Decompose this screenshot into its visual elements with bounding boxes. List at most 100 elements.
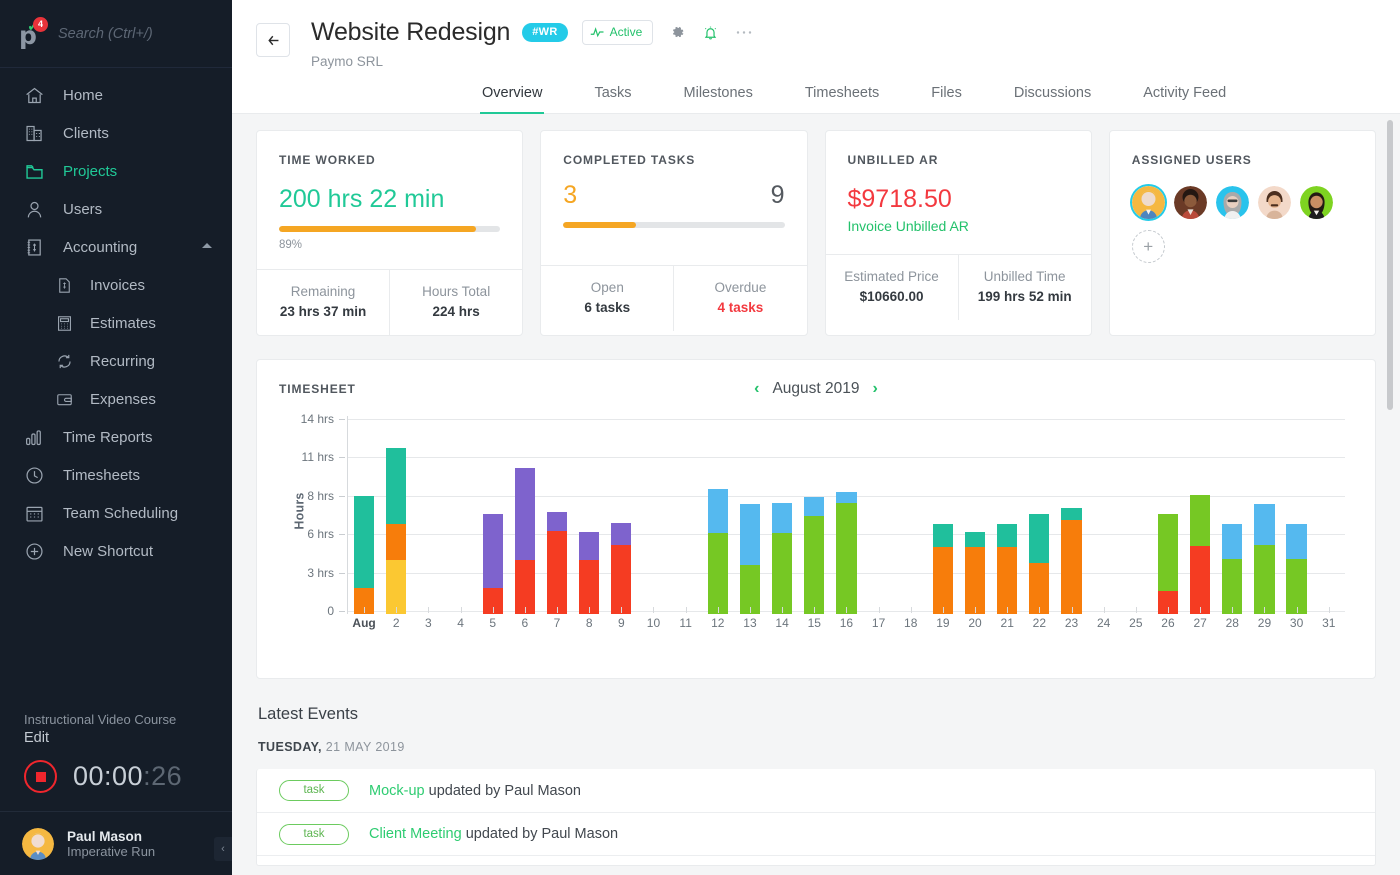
chart-bar-slot[interactable]: [766, 416, 798, 614]
stop-timer-button[interactable]: [24, 760, 57, 793]
chart-bar-slot[interactable]: [412, 416, 444, 614]
chart-bar[interactable]: [1190, 495, 1210, 614]
chart-bar[interactable]: [515, 468, 535, 614]
chart-bar-segment[interactable]: [611, 523, 631, 545]
sidebar-item-expenses[interactable]: Expenses: [0, 380, 232, 418]
chart-bar-segment[interactable]: [515, 560, 535, 614]
tab-discussions[interactable]: Discussions: [1014, 85, 1091, 113]
chart-bar-segment[interactable]: [1190, 546, 1210, 614]
chart-bar-slot[interactable]: [959, 416, 991, 614]
chart-bar-segment[interactable]: [579, 532, 599, 560]
chart-bar-slot[interactable]: [348, 416, 380, 614]
sidebar-item-time-reports[interactable]: Time Reports: [0, 418, 232, 456]
chart-bar-slot[interactable]: [863, 416, 895, 614]
chart-bar[interactable]: [547, 512, 567, 614]
sidebar-item-timesheets[interactable]: Timesheets: [0, 456, 232, 494]
chart-bar[interactable]: [579, 532, 599, 614]
event-subject[interactable]: Mock-up: [369, 783, 425, 799]
status-badge[interactable]: Active: [582, 20, 654, 45]
project-code-badge[interactable]: #WR: [522, 23, 567, 42]
chart-bar-slot[interactable]: [637, 416, 669, 614]
chart-bar-slot[interactable]: [509, 416, 541, 614]
avatar[interactable]: [1132, 186, 1165, 219]
chart-bar-slot[interactable]: [830, 416, 862, 614]
back-button[interactable]: [256, 23, 290, 57]
chart-bar-slot[interactable]: [1216, 416, 1248, 614]
avatar[interactable]: [1174, 186, 1207, 219]
chart-bar-segment[interactable]: [547, 531, 567, 614]
timer-edit-link[interactable]: Edit: [24, 730, 232, 746]
avatar[interactable]: [1216, 186, 1249, 219]
tab-overview[interactable]: Overview: [482, 85, 542, 113]
chart-bar-slot[interactable]: [541, 416, 573, 614]
list-item[interactable]: task Mock-up updated by Paul Mason: [257, 769, 1375, 812]
chart-bar-segment[interactable]: [1254, 504, 1274, 545]
chart-bar-slot[interactable]: [1120, 416, 1152, 614]
chart-bar[interactable]: [836, 492, 856, 614]
chart-bar-segment[interactable]: [933, 524, 953, 547]
chart-bar-segment[interactable]: [772, 503, 792, 534]
scrollbar-track[interactable]: [1389, 114, 1397, 875]
more-options-icon[interactable]: [735, 29, 753, 36]
sidebar-item-home[interactable]: Home: [0, 76, 232, 114]
chart-bar-slot[interactable]: [1088, 416, 1120, 614]
chart-bar-segment[interactable]: [708, 489, 728, 534]
sidebar-item-accounting[interactable]: Accounting: [0, 228, 232, 266]
chart-bar-segment[interactable]: [483, 514, 503, 588]
add-user-button[interactable]: +: [1132, 230, 1165, 263]
chart-bar-slot[interactable]: [477, 416, 509, 614]
chart-bar-segment[interactable]: [515, 468, 535, 560]
chart-bar-slot[interactable]: [798, 416, 830, 614]
chart-bar-segment[interactable]: [965, 532, 985, 547]
search-input[interactable]: [46, 25, 249, 43]
chart-bar[interactable]: [933, 524, 953, 614]
chart-bar-slot[interactable]: [702, 416, 734, 614]
tab-files[interactable]: Files: [931, 85, 962, 113]
chart-bar-segment[interactable]: [1286, 559, 1306, 614]
chart-bar-segment[interactable]: [997, 524, 1017, 547]
sidebar-item-estimates[interactable]: Estimates: [0, 304, 232, 342]
chart-bar-slot[interactable]: [605, 416, 637, 614]
chart-bar-segment[interactable]: [740, 504, 760, 565]
chart-bar-segment[interactable]: [965, 547, 985, 614]
chart-bar-segment[interactable]: [1222, 524, 1242, 559]
list-item[interactable]: task Client Meeting updated by Paul Maso…: [257, 812, 1375, 855]
chart-bar[interactable]: [965, 532, 985, 614]
chart-bar-segment[interactable]: [933, 547, 953, 614]
chart-bar-segment[interactable]: [772, 533, 792, 614]
chart-bar[interactable]: [1158, 514, 1178, 614]
chart-bar-slot[interactable]: [1055, 416, 1087, 614]
chart-bar[interactable]: [1029, 514, 1049, 614]
chart-bar-slot[interactable]: [927, 416, 959, 614]
chart-bar-segment[interactable]: [1158, 514, 1178, 591]
chart-bar-segment[interactable]: [386, 448, 406, 525]
chart-bar-segment[interactable]: [836, 492, 856, 502]
chart-bar-segment[interactable]: [708, 533, 728, 614]
chart-bar[interactable]: [708, 489, 728, 614]
event-subject[interactable]: Client Meeting: [369, 826, 462, 842]
avatar[interactable]: [1258, 186, 1291, 219]
chart-bar-slot[interactable]: [380, 416, 412, 614]
tab-activity-feed[interactable]: Activity Feed: [1143, 85, 1226, 113]
chart-bar-segment[interactable]: [386, 560, 406, 614]
sidebar-search-bar[interactable]: p ✓ 4: [0, 0, 232, 68]
scrollbar-thumb[interactable]: [1387, 120, 1393, 410]
chart-bar-segment[interactable]: [804, 497, 824, 516]
sidebar-item-clients[interactable]: Clients: [0, 114, 232, 152]
chart-bar-segment[interactable]: [1190, 495, 1210, 546]
chart-bar-slot[interactable]: [1248, 416, 1280, 614]
chart-bar[interactable]: [1222, 524, 1242, 614]
chart-bar[interactable]: [740, 504, 760, 614]
chart-bar[interactable]: [1254, 504, 1274, 614]
invoice-unbilled-ar-link[interactable]: Invoice Unbilled AR: [848, 218, 969, 234]
avatar[interactable]: [1300, 186, 1333, 219]
prev-month-button[interactable]: ‹: [754, 380, 759, 398]
chart-bar-slot[interactable]: [734, 416, 766, 614]
chart-bar-segment[interactable]: [1286, 524, 1306, 559]
tab-tasks[interactable]: Tasks: [594, 85, 631, 113]
chart-bar-segment[interactable]: [997, 547, 1017, 614]
chart-bar-segment[interactable]: [836, 503, 856, 614]
bell-icon[interactable]: [702, 24, 719, 42]
chart-bar-segment[interactable]: [611, 545, 631, 614]
chart-bar-segment[interactable]: [1061, 508, 1081, 520]
